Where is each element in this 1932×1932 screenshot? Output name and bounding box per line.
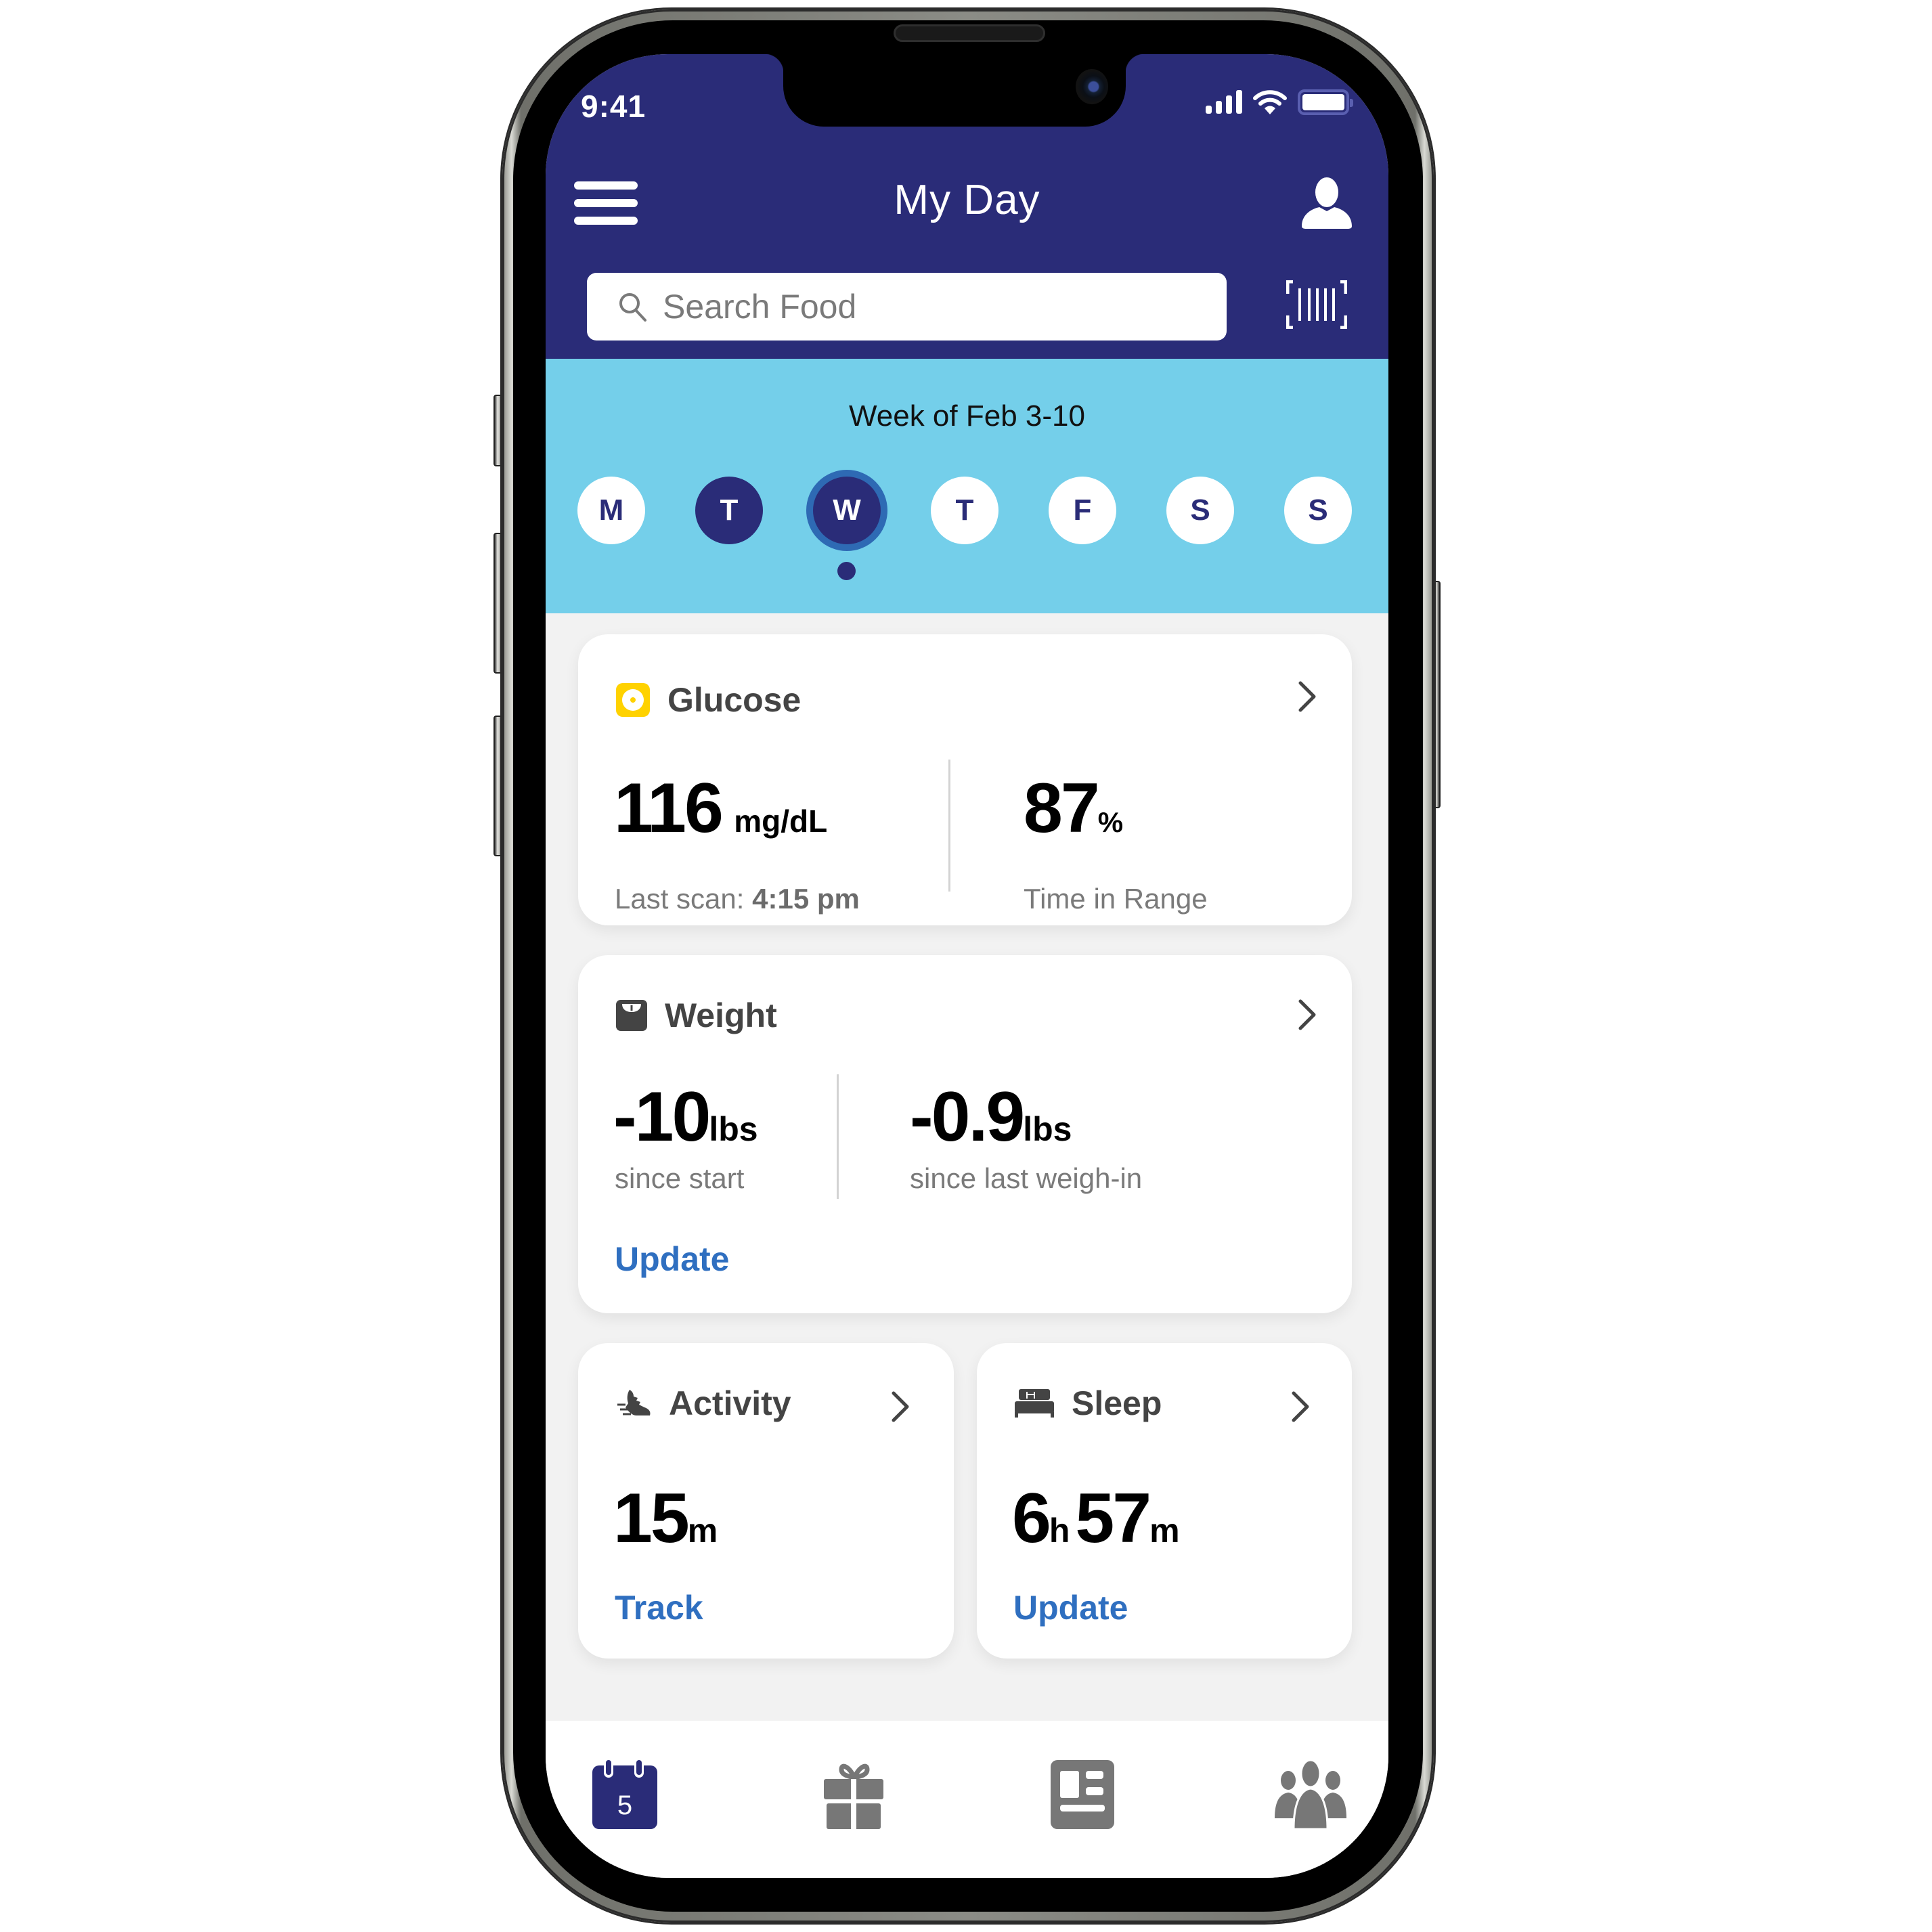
page-title: My Day xyxy=(894,177,1040,223)
status-time: 9:41 xyxy=(581,89,646,124)
chevron-right-icon[interactable] xyxy=(1291,1390,1310,1423)
search-icon xyxy=(619,293,646,322)
time-in-range-label: Time in Range xyxy=(1024,883,1208,915)
sleep-title: Sleep xyxy=(1072,1384,1162,1422)
weight-since-last: -0.9lbs xyxy=(910,1077,1072,1158)
activity-title: Activity xyxy=(669,1384,791,1422)
chevron-right-icon[interactable] xyxy=(1298,680,1317,713)
sleep-card[interactable]: Sleep 6h57m Update xyxy=(977,1343,1352,1659)
sleep-hours: 6 xyxy=(1012,1479,1051,1558)
weight-title: Weight xyxy=(665,996,777,1034)
day-wednesday[interactable]: W xyxy=(813,477,881,544)
weight-card-header: Weight xyxy=(616,996,777,1035)
sleep-minutes-unit: m xyxy=(1149,1512,1180,1550)
sleep-card-header: Sleep xyxy=(1015,1384,1162,1423)
glucose-sensor-icon xyxy=(616,683,650,717)
running-shoe-icon xyxy=(617,1390,651,1415)
cellular-signal-icon xyxy=(1206,90,1242,114)
day-sunday[interactable]: S xyxy=(1284,477,1352,544)
chevron-right-icon[interactable] xyxy=(1298,998,1317,1031)
scale-icon xyxy=(616,1000,647,1031)
since-last-value: -0.9 xyxy=(910,1078,1025,1156)
barcode-scan-icon[interactable] xyxy=(1286,280,1347,329)
day-thursday[interactable]: T xyxy=(931,477,998,544)
battery-icon xyxy=(1298,89,1353,115)
user-profile-icon[interactable] xyxy=(1302,176,1352,229)
time-in-range: 87% xyxy=(1024,768,1123,849)
weight-divider xyxy=(837,1074,839,1199)
last-scan-label: Last scan: xyxy=(615,883,745,915)
glucose-card-header: Glucose xyxy=(616,680,801,720)
search-food-input[interactable] xyxy=(663,287,1204,326)
calendar-icon: 5 xyxy=(592,1760,657,1829)
volume-up-button xyxy=(493,533,503,674)
weight-card[interactable]: Weight -10lbs since start -0.9lbs since … xyxy=(578,955,1352,1313)
time-in-range-unit: % xyxy=(1097,806,1124,838)
glucose-value: 116 xyxy=(614,769,724,848)
nav-rewards[interactable] xyxy=(824,1760,892,1830)
since-start-unit: lbs xyxy=(709,1110,758,1148)
wifi-icon xyxy=(1253,90,1287,114)
search-food-field[interactable] xyxy=(587,273,1227,341)
glucose-card[interactable]: Glucose 116 mg/dL Last scan: 4:15 pm 87%… xyxy=(578,634,1352,925)
sleep-minutes: 57 xyxy=(1075,1479,1151,1558)
today-indicator-dot xyxy=(837,562,856,580)
mute-switch xyxy=(493,395,503,466)
time-in-range-value: 87 xyxy=(1024,769,1100,848)
phone-screen: 9:41 My Day Search Food Week of Feb 3-10… xyxy=(546,54,1388,1878)
nav-community[interactable] xyxy=(1273,1759,1348,1830)
glucose-reading: 116 mg/dL xyxy=(614,768,827,849)
last-scan: Last scan: 4:15 pm xyxy=(615,883,860,915)
sleep-hours-unit: h xyxy=(1049,1512,1070,1550)
weight-since-start: -10lbs xyxy=(613,1077,758,1158)
activity-card-header: Activity xyxy=(616,1384,791,1423)
earpiece-speaker xyxy=(894,24,1045,42)
since-start-label: since start xyxy=(615,1162,745,1194)
glucose-title: Glucose xyxy=(667,681,802,719)
activity-value: 15 xyxy=(613,1479,690,1558)
phone-notch xyxy=(764,54,1145,127)
since-last-unit: lbs xyxy=(1023,1110,1072,1148)
community-icon xyxy=(1275,1759,1346,1830)
bed-icon xyxy=(1015,1389,1054,1418)
day-monday[interactable]: M xyxy=(577,477,645,544)
nav-my-day[interactable]: 5 xyxy=(592,1760,660,1830)
article-icon xyxy=(1051,1760,1114,1829)
calendar-day-badge: 5 xyxy=(617,1791,632,1820)
activity-unit: m xyxy=(687,1512,718,1550)
bottom-nav: 5 xyxy=(546,1721,1388,1878)
week-title: Week of Feb 3-10 xyxy=(849,399,1085,433)
sleep-update-link[interactable]: Update xyxy=(1013,1588,1128,1627)
day-saturday[interactable]: S xyxy=(1166,477,1234,544)
activity-card[interactable]: Activity 15m Track xyxy=(578,1343,954,1659)
weight-update-link[interactable]: Update xyxy=(615,1239,729,1279)
nav-articles[interactable] xyxy=(1051,1760,1118,1830)
activity-duration: 15m xyxy=(613,1478,718,1559)
status-icons xyxy=(1206,89,1353,115)
gift-icon xyxy=(824,1763,883,1829)
since-last-label: since last weigh-in xyxy=(910,1162,1143,1194)
glucose-divider xyxy=(948,760,950,892)
last-scan-time: 4:15 pm xyxy=(752,883,860,915)
front-camera xyxy=(1076,69,1108,104)
chevron-right-icon[interactable] xyxy=(891,1390,910,1423)
sleep-duration: 6h57m xyxy=(1012,1478,1180,1559)
week-selector: Week of Feb 3-10 M T W T F S S xyxy=(546,359,1388,613)
day-friday[interactable]: F xyxy=(1049,477,1116,544)
activity-track-link[interactable]: Track xyxy=(615,1588,703,1627)
since-start-value: -10 xyxy=(613,1078,711,1156)
day-tuesday[interactable]: T xyxy=(695,477,763,544)
volume-down-button xyxy=(493,716,503,856)
glucose-unit: mg/dL xyxy=(734,804,828,839)
